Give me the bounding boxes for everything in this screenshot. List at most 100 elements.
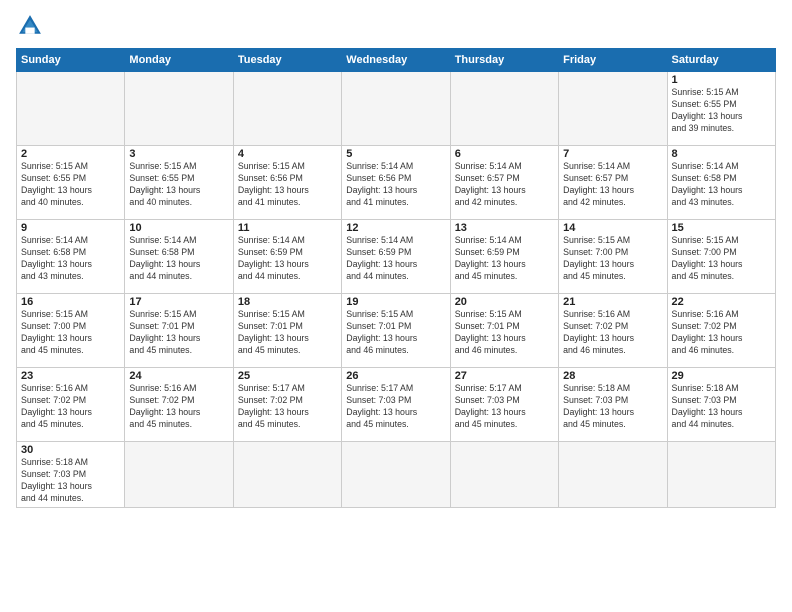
- day-info: Sunrise: 5:16 AMSunset: 7:02 PMDaylight:…: [672, 309, 771, 357]
- calendar-cell: [233, 442, 341, 508]
- day-info: Sunrise: 5:15 AMSunset: 6:56 PMDaylight:…: [238, 161, 337, 209]
- logo: [16, 12, 48, 40]
- calendar-cell: [667, 442, 775, 508]
- calendar-cell: 13Sunrise: 5:14 AMSunset: 6:59 PMDayligh…: [450, 220, 558, 294]
- calendar-row-0: 1Sunrise: 5:15 AMSunset: 6:55 PMDaylight…: [17, 72, 776, 146]
- calendar-cell: [233, 72, 341, 146]
- calendar-table: SundayMondayTuesdayWednesdayThursdayFrid…: [16, 48, 776, 508]
- day-info: Sunrise: 5:17 AMSunset: 7:03 PMDaylight:…: [455, 383, 554, 431]
- calendar-cell: 3Sunrise: 5:15 AMSunset: 6:55 PMDaylight…: [125, 146, 233, 220]
- day-info: Sunrise: 5:15 AMSunset: 6:55 PMDaylight:…: [21, 161, 120, 209]
- calendar-cell: 16Sunrise: 5:15 AMSunset: 7:00 PMDayligh…: [17, 294, 125, 368]
- day-info: Sunrise: 5:16 AMSunset: 7:02 PMDaylight:…: [21, 383, 120, 431]
- calendar-cell: 27Sunrise: 5:17 AMSunset: 7:03 PMDayligh…: [450, 368, 558, 442]
- day-info: Sunrise: 5:14 AMSunset: 6:56 PMDaylight:…: [346, 161, 445, 209]
- day-info: Sunrise: 5:17 AMSunset: 7:03 PMDaylight:…: [346, 383, 445, 431]
- day-number: 19: [346, 296, 445, 308]
- day-info: Sunrise: 5:15 AMSunset: 7:00 PMDaylight:…: [563, 235, 662, 283]
- day-number: 27: [455, 370, 554, 382]
- calendar-cell: 15Sunrise: 5:15 AMSunset: 7:00 PMDayligh…: [667, 220, 775, 294]
- calendar-cell: [17, 72, 125, 146]
- weekday-header-tuesday: Tuesday: [233, 49, 341, 72]
- day-number: 22: [672, 296, 771, 308]
- day-number: 15: [672, 222, 771, 234]
- calendar-cell: 18Sunrise: 5:15 AMSunset: 7:01 PMDayligh…: [233, 294, 341, 368]
- day-number: 11: [238, 222, 337, 234]
- day-info: Sunrise: 5:15 AMSunset: 7:01 PMDaylight:…: [346, 309, 445, 357]
- day-number: 30: [21, 444, 120, 456]
- calendar-cell: 8Sunrise: 5:14 AMSunset: 6:58 PMDaylight…: [667, 146, 775, 220]
- day-number: 29: [672, 370, 771, 382]
- day-info: Sunrise: 5:15 AMSunset: 7:00 PMDaylight:…: [21, 309, 120, 357]
- day-info: Sunrise: 5:17 AMSunset: 7:02 PMDaylight:…: [238, 383, 337, 431]
- calendar-cell: 12Sunrise: 5:14 AMSunset: 6:59 PMDayligh…: [342, 220, 450, 294]
- day-number: 20: [455, 296, 554, 308]
- day-number: 12: [346, 222, 445, 234]
- day-number: 4: [238, 148, 337, 160]
- day-number: 3: [129, 148, 228, 160]
- day-info: Sunrise: 5:18 AMSunset: 7:03 PMDaylight:…: [21, 457, 120, 505]
- day-number: 18: [238, 296, 337, 308]
- calendar-row-3: 16Sunrise: 5:15 AMSunset: 7:00 PMDayligh…: [17, 294, 776, 368]
- calendar-cell: 6Sunrise: 5:14 AMSunset: 6:57 PMDaylight…: [450, 146, 558, 220]
- calendar-cell: 1Sunrise: 5:15 AMSunset: 6:55 PMDaylight…: [667, 72, 775, 146]
- day-info: Sunrise: 5:15 AMSunset: 7:01 PMDaylight:…: [455, 309, 554, 357]
- day-info: Sunrise: 5:15 AMSunset: 6:55 PMDaylight:…: [129, 161, 228, 209]
- day-info: Sunrise: 5:14 AMSunset: 6:58 PMDaylight:…: [21, 235, 120, 283]
- weekday-header-wednesday: Wednesday: [342, 49, 450, 72]
- day-number: 24: [129, 370, 228, 382]
- day-info: Sunrise: 5:14 AMSunset: 6:57 PMDaylight:…: [563, 161, 662, 209]
- calendar-cell: 14Sunrise: 5:15 AMSunset: 7:00 PMDayligh…: [559, 220, 667, 294]
- calendar-cell: 25Sunrise: 5:17 AMSunset: 7:02 PMDayligh…: [233, 368, 341, 442]
- day-info: Sunrise: 5:16 AMSunset: 7:02 PMDaylight:…: [563, 309, 662, 357]
- day-info: Sunrise: 5:14 AMSunset: 6:59 PMDaylight:…: [346, 235, 445, 283]
- calendar-cell: 24Sunrise: 5:16 AMSunset: 7:02 PMDayligh…: [125, 368, 233, 442]
- day-number: 23: [21, 370, 120, 382]
- day-info: Sunrise: 5:18 AMSunset: 7:03 PMDaylight:…: [672, 383, 771, 431]
- calendar-cell: 2Sunrise: 5:15 AMSunset: 6:55 PMDaylight…: [17, 146, 125, 220]
- weekday-header-saturday: Saturday: [667, 49, 775, 72]
- calendar-cell: 11Sunrise: 5:14 AMSunset: 6:59 PMDayligh…: [233, 220, 341, 294]
- day-info: Sunrise: 5:16 AMSunset: 7:02 PMDaylight:…: [129, 383, 228, 431]
- day-info: Sunrise: 5:18 AMSunset: 7:03 PMDaylight:…: [563, 383, 662, 431]
- day-number: 6: [455, 148, 554, 160]
- calendar-cell: [559, 442, 667, 508]
- header: [16, 12, 776, 40]
- calendar-cell: 5Sunrise: 5:14 AMSunset: 6:56 PMDaylight…: [342, 146, 450, 220]
- day-number: 28: [563, 370, 662, 382]
- day-number: 26: [346, 370, 445, 382]
- calendar-cell: 7Sunrise: 5:14 AMSunset: 6:57 PMDaylight…: [559, 146, 667, 220]
- calendar-cell: 28Sunrise: 5:18 AMSunset: 7:03 PMDayligh…: [559, 368, 667, 442]
- calendar-cell: [342, 72, 450, 146]
- day-info: Sunrise: 5:15 AMSunset: 7:00 PMDaylight:…: [672, 235, 771, 283]
- calendar-cell: [125, 72, 233, 146]
- calendar-header-row: SundayMondayTuesdayWednesdayThursdayFrid…: [17, 49, 776, 72]
- weekday-header-thursday: Thursday: [450, 49, 558, 72]
- day-info: Sunrise: 5:14 AMSunset: 6:59 PMDaylight:…: [455, 235, 554, 283]
- weekday-header-monday: Monday: [125, 49, 233, 72]
- calendar-cell: 26Sunrise: 5:17 AMSunset: 7:03 PMDayligh…: [342, 368, 450, 442]
- calendar-row-2: 9Sunrise: 5:14 AMSunset: 6:58 PMDaylight…: [17, 220, 776, 294]
- weekday-header-sunday: Sunday: [17, 49, 125, 72]
- calendar-cell: 9Sunrise: 5:14 AMSunset: 6:58 PMDaylight…: [17, 220, 125, 294]
- calendar-cell: 10Sunrise: 5:14 AMSunset: 6:58 PMDayligh…: [125, 220, 233, 294]
- day-number: 25: [238, 370, 337, 382]
- calendar-cell: 20Sunrise: 5:15 AMSunset: 7:01 PMDayligh…: [450, 294, 558, 368]
- calendar-cell: [450, 72, 558, 146]
- day-info: Sunrise: 5:14 AMSunset: 6:57 PMDaylight:…: [455, 161, 554, 209]
- calendar-cell: [450, 442, 558, 508]
- calendar-row-5: 30Sunrise: 5:18 AMSunset: 7:03 PMDayligh…: [17, 442, 776, 508]
- day-number: 17: [129, 296, 228, 308]
- day-number: 8: [672, 148, 771, 160]
- calendar-row-1: 2Sunrise: 5:15 AMSunset: 6:55 PMDaylight…: [17, 146, 776, 220]
- day-info: Sunrise: 5:14 AMSunset: 6:59 PMDaylight:…: [238, 235, 337, 283]
- calendar-cell: 19Sunrise: 5:15 AMSunset: 7:01 PMDayligh…: [342, 294, 450, 368]
- day-number: 21: [563, 296, 662, 308]
- calendar-row-4: 23Sunrise: 5:16 AMSunset: 7:02 PMDayligh…: [17, 368, 776, 442]
- day-number: 9: [21, 222, 120, 234]
- day-info: Sunrise: 5:14 AMSunset: 6:58 PMDaylight:…: [672, 161, 771, 209]
- calendar-cell: [559, 72, 667, 146]
- page: SundayMondayTuesdayWednesdayThursdayFrid…: [0, 0, 792, 612]
- calendar-cell: [342, 442, 450, 508]
- calendar-cell: 4Sunrise: 5:15 AMSunset: 6:56 PMDaylight…: [233, 146, 341, 220]
